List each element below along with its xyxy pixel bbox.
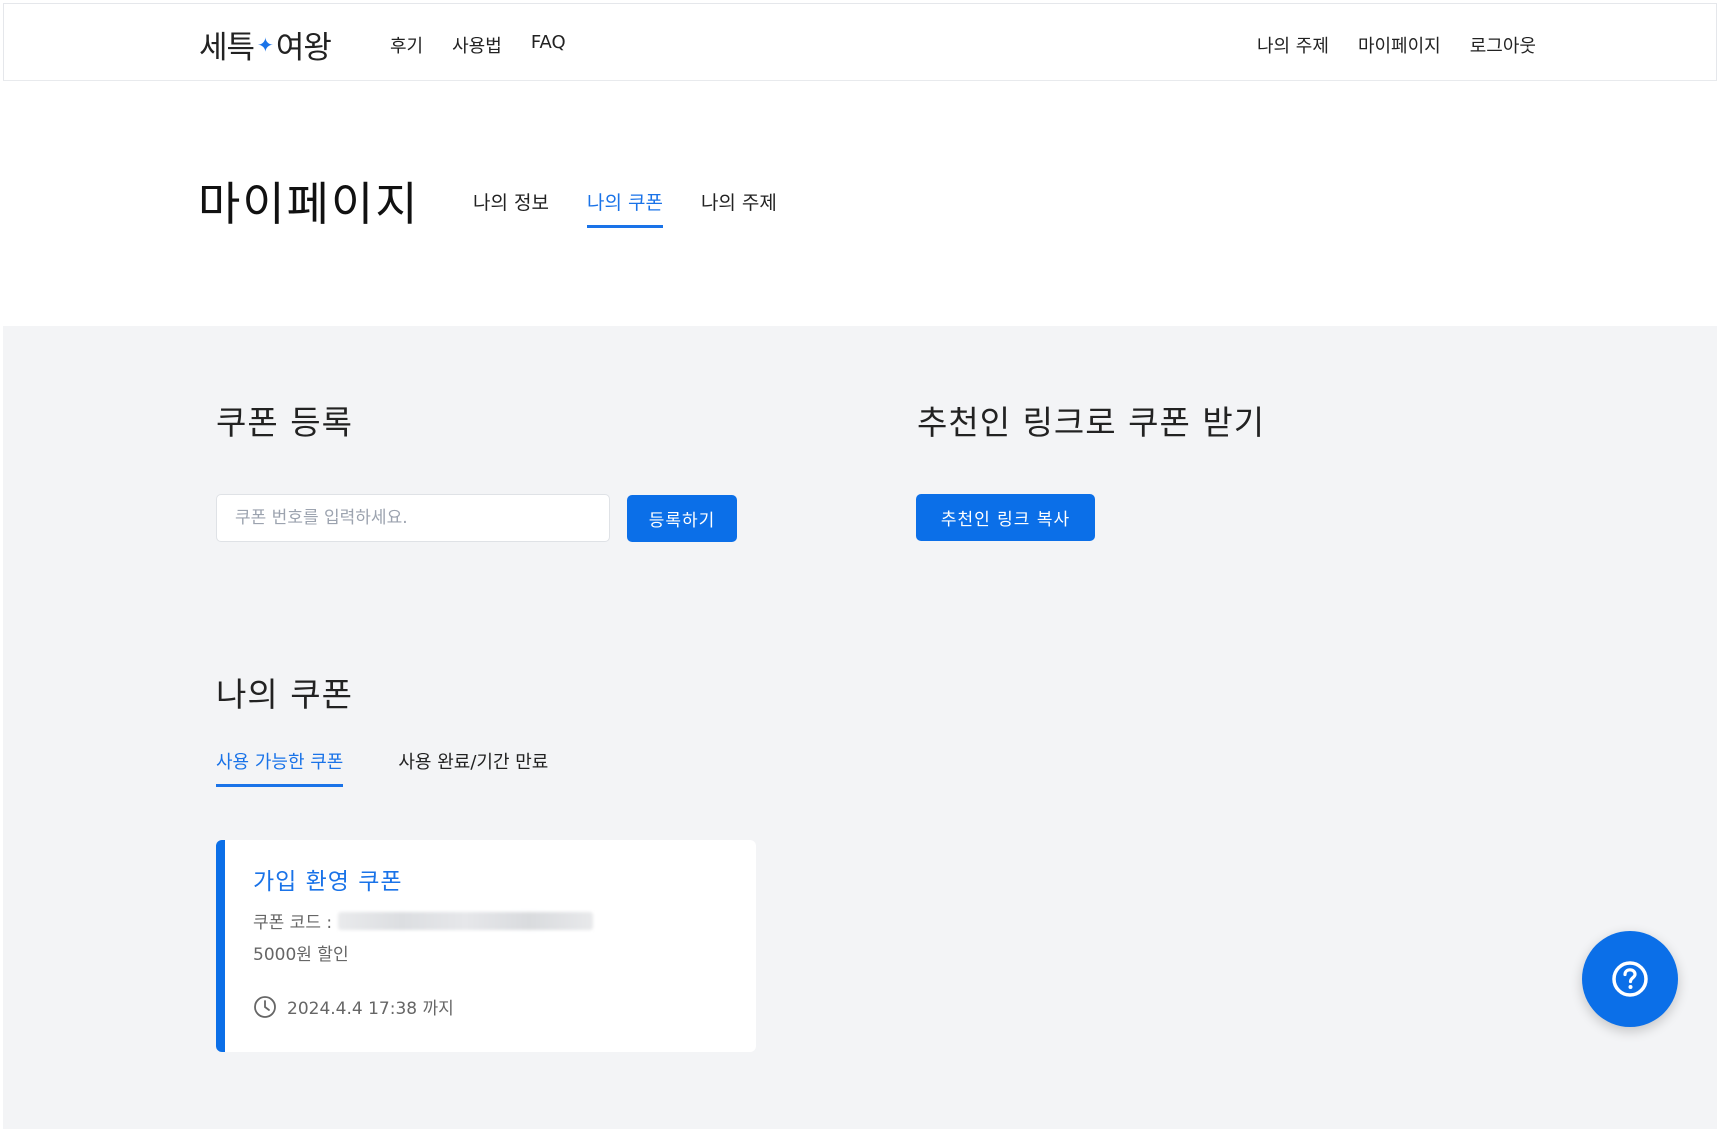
my-coupons-title: 나의 쿠폰	[216, 675, 353, 714]
referral-title: 추천인 링크로 쿠폰 받기	[917, 403, 1266, 442]
coupon-discount: 5000원 할인	[253, 945, 349, 965]
coupon-register-title: 쿠폰 등록	[216, 403, 353, 442]
coupon-card: 가입 환영 쿠폰 쿠폰 코드 : 5000원 할인 2024.4.4 17:38…	[216, 840, 756, 1052]
tab-used-expired-coupons[interactable]: 사용 완료/기간 만료	[398, 748, 548, 787]
mypage-tabs: 나의 정보 나의 쿠폰 나의 주제	[473, 188, 777, 228]
sparkle-icon: ✦	[257, 32, 274, 57]
tab-my-info[interactable]: 나의 정보	[473, 188, 549, 228]
coupon-code-redacted	[338, 911, 594, 930]
user-nav: 나의 주제 마이페이지 로그아웃	[1257, 32, 1536, 58]
coupon-name: 가입 환영 쿠폰	[253, 869, 403, 895]
nav-item-faq[interactable]: FAQ	[531, 32, 566, 58]
page-header: 마이페이지 나의 정보 나의 쿠폰 나의 주제	[3, 82, 1717, 326]
help-circle-icon	[1612, 961, 1648, 997]
tab-my-topics[interactable]: 나의 주제	[701, 188, 777, 228]
clock-icon	[254, 995, 276, 1018]
coupon-content: 쿠폰 등록 등록하기 추천인 링크로 쿠폰 받기 추천인 링크 복사 나의 쿠폰…	[3, 326, 1717, 1129]
coupon-code-input[interactable]	[216, 494, 610, 542]
coupon-expiry: 2024.4.4 17:38 까지	[253, 994, 454, 1019]
main-nav: 후기 사용법 FAQ	[390, 32, 566, 58]
copy-referral-link-button[interactable]: 추천인 링크 복사	[916, 494, 1095, 541]
tab-my-coupons[interactable]: 나의 쿠폰	[586, 188, 663, 228]
nav-item-my-topics[interactable]: 나의 주제	[1257, 32, 1329, 58]
page-title: 마이페이지	[198, 177, 420, 231]
help-button[interactable]	[1582, 931, 1678, 1027]
logo[interactable]: 세특 ✦ 여왕	[199, 22, 332, 67]
logo-text-left: 세특	[199, 30, 255, 66]
top-navbar: 세특 ✦ 여왕 후기 사용법 FAQ 나의 주제 마이페이지 로그아웃	[3, 3, 1717, 81]
tab-available-coupons[interactable]: 사용 가능한 쿠폰	[216, 748, 344, 787]
nav-item-how-to-use[interactable]: 사용법	[452, 32, 502, 58]
nav-item-logout[interactable]: 로그아웃	[1470, 32, 1536, 58]
coupon-code-label: 쿠폰 코드 :	[253, 913, 333, 933]
logo-text-right: 여왕	[275, 30, 332, 66]
register-coupon-button[interactable]: 등록하기	[627, 495, 737, 542]
nav-item-mypage[interactable]: 마이페이지	[1358, 32, 1441, 58]
page: 세특 ✦ 여왕 후기 사용법 FAQ 나의 주제 마이페이지 로그아웃 마이페이…	[0, 0, 1720, 1129]
coupon-code-row: 쿠폰 코드 :	[253, 908, 594, 933]
nav-item-reviews[interactable]: 후기	[390, 32, 423, 58]
coupon-status-tabs: 사용 가능한 쿠폰 사용 완료/기간 만료	[216, 748, 548, 787]
coupon-expiry-text: 2024.4.4 17:38 까지	[287, 999, 454, 1019]
